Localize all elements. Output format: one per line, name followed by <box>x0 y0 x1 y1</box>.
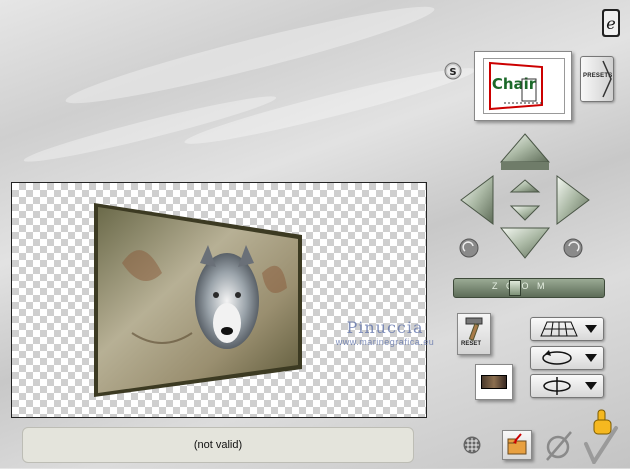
ok-button[interactable] <box>582 408 622 467</box>
cancel-button[interactable] <box>543 428 573 462</box>
folder-icon <box>507 433 527 455</box>
corel-logo-icon[interactable]: e <box>601 8 621 38</box>
status-bar: (not valid) <box>22 427 414 463</box>
cancel-icon <box>546 431 572 461</box>
grid-icon[interactable] <box>463 436 481 454</box>
direction-pad <box>459 133 590 259</box>
preset-thumbnail[interactable]: Chair <box>474 51 572 121</box>
rotate-left-button[interactable] <box>459 238 479 258</box>
presets-button[interactable]: PRESETS <box>580 56 614 102</box>
arrow-up-button[interactable] <box>499 133 551 170</box>
rotate-ellipse-icon <box>542 350 572 365</box>
preview-canvas[interactable] <box>11 182 427 418</box>
arrow-right-button[interactable] <box>556 175 590 225</box>
mini-image-icon <box>481 375 507 389</box>
arrow-left-button[interactable] <box>460 175 494 225</box>
perspective-grid-icon <box>540 321 578 337</box>
preset-thumbnail-text: Chair <box>492 75 537 93</box>
reset-button[interactable]: RESET <box>457 313 491 355</box>
hand-pointer-icon <box>593 409 612 435</box>
tile-preview-image <box>94 203 302 397</box>
preview-toggle-button[interactable] <box>475 364 513 400</box>
axis-mode-dropdown[interactable] <box>530 374 604 398</box>
zoom-slider[interactable]: Z O O M <box>453 278 605 298</box>
chevron-down-icon <box>585 325 597 333</box>
ok-check-icon <box>584 409 618 467</box>
svg-text:e: e <box>606 14 615 33</box>
settings-s-button[interactable]: S <box>444 62 462 80</box>
arrow-down-button[interactable] <box>499 227 551 259</box>
svg-text:S: S <box>449 67 456 78</box>
move-up-small-button[interactable] <box>509 179 541 193</box>
watermark-url: www.marinegrafica.eu <box>335 337 435 347</box>
move-down-small-button[interactable] <box>509 205 541 221</box>
chevron-down-icon <box>585 382 597 390</box>
watermark: Pinuccia www.marinegrafica.eu <box>320 318 450 347</box>
hammer-icon <box>465 317 483 341</box>
zoom-slider-thumb[interactable] <box>509 280 521 296</box>
watermark-name: Pinuccia <box>346 318 424 337</box>
rotate-right-button[interactable] <box>563 238 583 258</box>
open-folder-button[interactable] <box>502 430 532 460</box>
chevron-down-icon <box>585 354 597 362</box>
reset-label: RESET <box>461 341 482 347</box>
tile-mode-dropdown[interactable] <box>530 317 604 341</box>
rotation-mode-dropdown[interactable] <box>530 346 604 370</box>
status-text: (not valid) <box>193 439 243 451</box>
rotate-axis-icon <box>543 377 571 395</box>
